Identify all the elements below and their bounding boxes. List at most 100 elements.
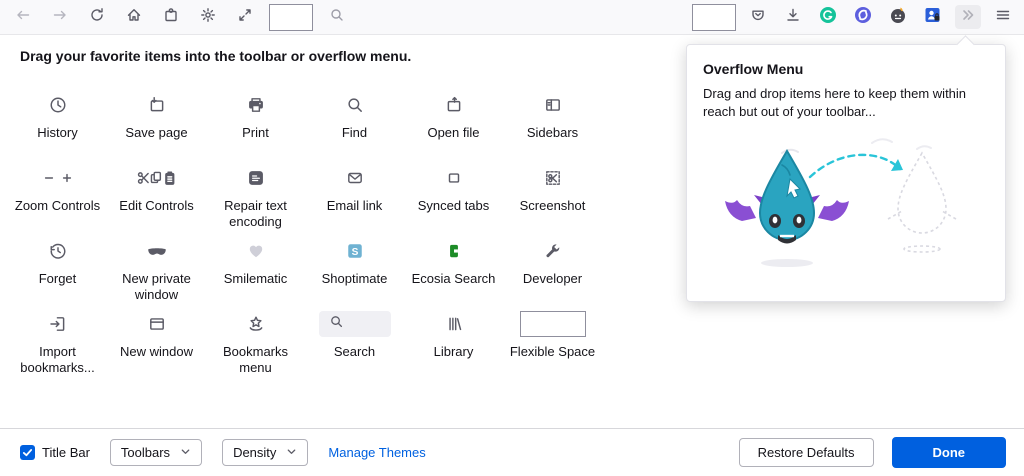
palette-item-ecosia-search[interactable]: Ecosia Search bbox=[404, 236, 503, 309]
overflow-menu-button[interactable] bbox=[955, 5, 981, 29]
palette-item-find[interactable]: Find bbox=[305, 90, 404, 163]
palette-item-flexible-space[interactable]: Flexible Space bbox=[503, 309, 602, 382]
pocket-button[interactable] bbox=[745, 5, 771, 29]
palette-item-label: Print bbox=[242, 125, 269, 141]
palette-item-label: History bbox=[37, 125, 77, 141]
flame-extension-icon bbox=[889, 6, 907, 29]
palette-item-label: Screenshot bbox=[520, 198, 586, 214]
swirl-extension-icon bbox=[854, 6, 872, 29]
chevron-down-icon bbox=[180, 445, 191, 460]
palette-item-label: Sidebars bbox=[527, 125, 578, 141]
download-icon bbox=[785, 7, 801, 28]
grammarly-extension-button[interactable] bbox=[815, 5, 841, 29]
palette-item-label: New window bbox=[120, 344, 193, 360]
import-bookmarks-icon bbox=[49, 309, 67, 339]
palette-item-zoom-controls[interactable]: Zoom Controls bbox=[8, 163, 107, 236]
palette-item-open-file[interactable]: Open file bbox=[404, 90, 503, 163]
search-icon bbox=[329, 7, 345, 28]
palette-item-shoptimate[interactable]: S Shoptimate bbox=[305, 236, 404, 309]
bookmarks-menu-icon bbox=[247, 309, 265, 339]
palette-item-smilematic[interactable]: Smilematic bbox=[206, 236, 305, 309]
app-menu-button[interactable] bbox=[990, 5, 1016, 29]
toolbar-flexible-space-right[interactable] bbox=[692, 4, 736, 31]
customize-instruction: Drag your favorite items into the toolba… bbox=[20, 48, 411, 64]
swirl-extension-button[interactable] bbox=[850, 5, 876, 29]
palette-item-library[interactable]: Library bbox=[404, 309, 503, 382]
overflow-panel-description: Drag and drop items here to keep them wi… bbox=[703, 85, 989, 120]
palette-item-bookmarks-menu[interactable]: Bookmarks menu bbox=[206, 309, 305, 382]
restore-defaults-button[interactable]: Restore Defaults bbox=[739, 438, 874, 467]
palette-item-label: Open file bbox=[427, 125, 479, 141]
reload-icon bbox=[89, 7, 105, 28]
chevron-double-right-icon bbox=[960, 7, 976, 28]
palette-item-developer[interactable]: Developer bbox=[503, 236, 602, 309]
palette-item-synced-tabs[interactable]: Synced tabs bbox=[404, 163, 503, 236]
private-mask-icon bbox=[146, 236, 168, 266]
palette-item-search[interactable]: Search bbox=[305, 309, 404, 382]
toolbar-flexible-space[interactable] bbox=[269, 4, 313, 31]
palette-item-label: Synced tabs bbox=[418, 198, 490, 214]
palette-item-screenshot[interactable]: Screenshot bbox=[503, 163, 602, 236]
downloads-button[interactable] bbox=[780, 5, 806, 29]
library-icon bbox=[445, 309, 463, 339]
title-bar-checkbox[interactable] bbox=[20, 445, 35, 460]
palette-item-label: Library bbox=[434, 344, 474, 360]
palette-item-repair-text-encoding[interactable]: Repair text encoding bbox=[206, 163, 305, 236]
search-icon bbox=[329, 314, 344, 334]
palette-item-label: New private window bbox=[109, 271, 205, 303]
sidebars-icon bbox=[544, 90, 562, 120]
palette-item-label: Shoptimate bbox=[322, 271, 388, 287]
search-field-preview bbox=[319, 311, 391, 337]
manage-themes-link[interactable]: Manage Themes bbox=[328, 445, 425, 460]
fullscreen-button[interactable] bbox=[232, 5, 258, 29]
new-window-icon bbox=[148, 309, 166, 339]
print-icon bbox=[247, 90, 265, 120]
screenshot-icon bbox=[544, 163, 562, 193]
palette-item-label: Import bookmarks... bbox=[10, 344, 106, 376]
title-bar-toggle[interactable]: Title Bar bbox=[20, 445, 90, 460]
palette-item-edit-controls[interactable]: Edit Controls bbox=[107, 163, 206, 236]
flexible-space-box bbox=[520, 311, 586, 337]
palette-item-label: Search bbox=[334, 344, 375, 360]
overflow-menu-panel: Overflow Menu Drag and drop items here t… bbox=[686, 44, 1006, 302]
forward-icon bbox=[52, 7, 68, 28]
palette-item-email-link[interactable]: Email link bbox=[305, 163, 404, 236]
palette-item-label: Find bbox=[342, 125, 367, 141]
settings-button[interactable] bbox=[195, 5, 221, 29]
palette-item-new-private-window[interactable]: New private window bbox=[107, 236, 206, 309]
done-button[interactable]: Done bbox=[892, 437, 1007, 468]
home-button[interactable] bbox=[121, 5, 147, 29]
toolbars-dropdown[interactable]: Toolbars bbox=[110, 439, 202, 466]
palette-item-save-page[interactable]: Save page bbox=[107, 90, 206, 163]
toolbars-dropdown-label: Toolbars bbox=[121, 445, 170, 460]
developer-wrench-icon bbox=[544, 236, 562, 266]
toolbar-search-button[interactable] bbox=[324, 5, 350, 29]
extensions-button[interactable] bbox=[158, 5, 184, 29]
hamburger-menu-icon bbox=[995, 7, 1011, 28]
home-icon bbox=[126, 7, 142, 28]
pocket-icon bbox=[750, 7, 766, 28]
palette-item-label: Repair text encoding bbox=[208, 198, 304, 230]
density-dropdown[interactable]: Density bbox=[222, 439, 308, 466]
forget-icon bbox=[49, 236, 67, 266]
back-button[interactable] bbox=[10, 5, 36, 29]
gear-icon bbox=[200, 7, 216, 28]
forward-button[interactable] bbox=[47, 5, 73, 29]
palette-item-import-bookmarks[interactable]: Import bookmarks... bbox=[8, 309, 107, 382]
palette-item-sidebars[interactable]: Sidebars bbox=[503, 90, 602, 163]
drag-drop-illustration bbox=[722, 135, 972, 280]
lock-extension-button[interactable] bbox=[920, 5, 946, 29]
ecosia-icon bbox=[445, 236, 463, 266]
palette-item-new-window[interactable]: New window bbox=[107, 309, 206, 382]
palette-item-forget[interactable]: Forget bbox=[8, 236, 107, 309]
reload-button[interactable] bbox=[84, 5, 110, 29]
save-page-icon bbox=[148, 90, 166, 120]
palette-item-label: Forget bbox=[39, 271, 77, 287]
palette-item-print[interactable]: Print bbox=[206, 90, 305, 163]
palette-item-history[interactable]: History bbox=[8, 90, 107, 163]
flame-extension-button[interactable] bbox=[885, 5, 911, 29]
find-icon bbox=[346, 90, 364, 120]
synced-tabs-icon bbox=[445, 163, 463, 193]
overflow-panel-title: Overflow Menu bbox=[703, 61, 989, 77]
title-bar-label: Title Bar bbox=[42, 445, 90, 460]
